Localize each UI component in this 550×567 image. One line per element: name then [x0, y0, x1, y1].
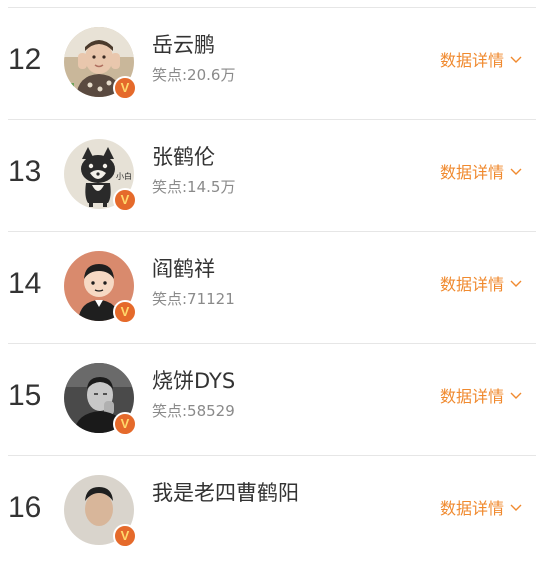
- rank-number: 16: [8, 491, 42, 524]
- user-name[interactable]: 阎鹤祥: [152, 253, 215, 283]
- verified-badge-icon: V: [113, 76, 137, 100]
- chevron-down-icon: [510, 273, 522, 292]
- user-name[interactable]: 岳云鹏: [152, 29, 215, 59]
- chevron-down-icon: [510, 161, 522, 180]
- user-name[interactable]: 张鹤伦: [152, 141, 215, 171]
- avatar[interactable]: V: [64, 27, 137, 100]
- verified-badge-icon: V: [113, 300, 137, 324]
- list-item: 13 小白 V 张鹤伦 笑点:14.5万 数据详情: [0, 119, 550, 231]
- score-label: 笑点:58529: [152, 402, 235, 420]
- verified-badge-icon: V: [113, 524, 137, 548]
- details-label: 数据详情: [440, 499, 505, 518]
- list-item: 14 V 阎鹤祥 笑点:71121 数据详情: [0, 231, 550, 343]
- data-details-button[interactable]: 数据详情: [440, 47, 522, 71]
- avatar[interactable]: V: [64, 475, 137, 548]
- list-item: 12 V 岳云鹏 笑点:20.6万 数据详情: [0, 7, 550, 119]
- score-label: 笑点:14.5万: [152, 178, 236, 196]
- score-label: 笑点:20.6万: [152, 66, 236, 84]
- list-item: 16 V 我是老四曹鹤阳 数据详情: [0, 455, 550, 567]
- avatar[interactable]: V: [64, 363, 137, 436]
- data-details-button[interactable]: 数据详情: [440, 271, 522, 295]
- ranking-list: 12 V 岳云鹏 笑点:20.6万 数据详情 13 小白 V 张鹤伦 笑点:14…: [0, 0, 550, 548]
- rank-number: 13: [8, 155, 42, 188]
- list-item: 15 V 烧饼DYS 笑点:58529 数据详情: [0, 343, 550, 455]
- chevron-down-icon: [510, 49, 522, 68]
- details-label: 数据详情: [440, 163, 505, 182]
- rank-number: 12: [8, 43, 42, 76]
- rank-number: 15: [8, 379, 42, 412]
- details-label: 数据详情: [440, 275, 505, 294]
- svg-text:小白: 小白: [116, 171, 132, 181]
- data-details-button[interactable]: 数据详情: [440, 383, 522, 407]
- verified-badge-icon: V: [113, 188, 137, 212]
- score-label: 笑点:71121: [152, 290, 235, 308]
- details-label: 数据详情: [440, 51, 505, 70]
- data-details-button[interactable]: 数据详情: [440, 159, 522, 183]
- avatar[interactable]: 小白 V: [64, 139, 137, 212]
- rank-number: 14: [8, 267, 42, 300]
- chevron-down-icon: [510, 497, 522, 516]
- verified-badge-icon: V: [113, 412, 137, 436]
- user-name[interactable]: 我是老四曹鹤阳: [152, 477, 299, 507]
- details-label: 数据详情: [440, 387, 505, 406]
- chevron-down-icon: [510, 385, 522, 404]
- user-name[interactable]: 烧饼DYS: [152, 365, 235, 395]
- avatar[interactable]: V: [64, 251, 137, 324]
